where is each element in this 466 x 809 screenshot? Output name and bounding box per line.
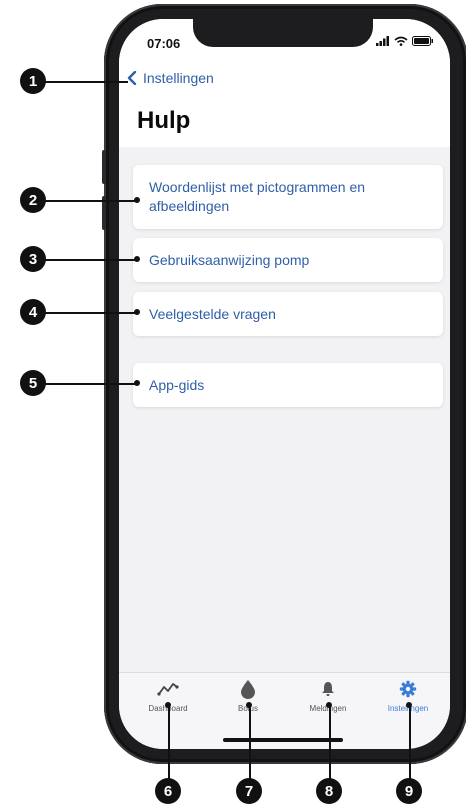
chevron-left-icon <box>127 71 137 85</box>
home-indicator <box>223 738 343 742</box>
callout-7: 7 <box>236 778 262 804</box>
callout-8: 8 <box>316 778 342 804</box>
header-area: 07:06 Instellingen Hulp <box>119 19 450 147</box>
menu-item-faq[interactable]: Veelgestelde vragen <box>133 292 443 336</box>
menu-item-label: Veelgestelde vragen <box>149 305 276 322</box>
signal-icon <box>376 36 389 46</box>
callout-4: 4 <box>20 299 46 325</box>
menu-item-glossary[interactable]: Woordenlijst met pictogrammen en afbeeld… <box>133 165 443 229</box>
trend-icon <box>157 683 179 696</box>
callout-line <box>168 704 170 780</box>
menu-item-label: App-gids <box>149 376 205 393</box>
back-label: Instellingen <box>143 70 214 86</box>
callout-line <box>33 259 138 261</box>
callout-line <box>33 81 128 83</box>
page-title: Hulp <box>137 107 191 134</box>
callout-5: 5 <box>20 370 46 396</box>
callout-2: 2 <box>20 187 46 213</box>
callout-9: 9 <box>396 778 422 804</box>
callout-dot <box>134 309 140 315</box>
status-time: 07:06 <box>147 36 181 51</box>
menu-item-label: Gebruiksaanwijzing pomp <box>149 251 310 268</box>
callout-line <box>33 312 138 314</box>
callout-dot <box>134 256 140 262</box>
wifi-icon <box>394 36 408 46</box>
callout-dot <box>165 702 171 708</box>
gear-icon <box>399 680 417 698</box>
callout-3: 3 <box>20 246 46 272</box>
drop-icon <box>241 680 255 699</box>
menu-item-label: Woordenlijst met pictogrammen en afbeeld… <box>149 179 366 214</box>
callout-6: 6 <box>155 778 181 804</box>
bell-icon <box>322 682 334 696</box>
callout-line <box>249 704 251 780</box>
app-screen: 07:06 Instellingen Hulp Woordenlijst met… <box>119 19 450 749</box>
menu-item-pump-manual[interactable]: Gebruiksaanwijzing pomp <box>133 238 443 282</box>
callout-dot <box>406 702 412 708</box>
notch <box>193 19 373 47</box>
callout-dot <box>326 702 332 708</box>
callout-dot <box>246 702 252 708</box>
battery-icon <box>412 36 433 46</box>
menu-item-app-guide[interactable]: App-gids <box>133 363 443 407</box>
callout-dot <box>134 380 140 386</box>
status-icons <box>376 36 434 46</box>
callout-line <box>329 704 331 780</box>
callout-line <box>33 200 138 202</box>
callout-dot <box>134 197 140 203</box>
callout-line <box>33 383 138 385</box>
callout-line <box>409 704 411 780</box>
volume-up-button <box>102 150 106 184</box>
back-button[interactable]: Instellingen <box>127 70 214 86</box>
callout-1: 1 <box>20 68 46 94</box>
